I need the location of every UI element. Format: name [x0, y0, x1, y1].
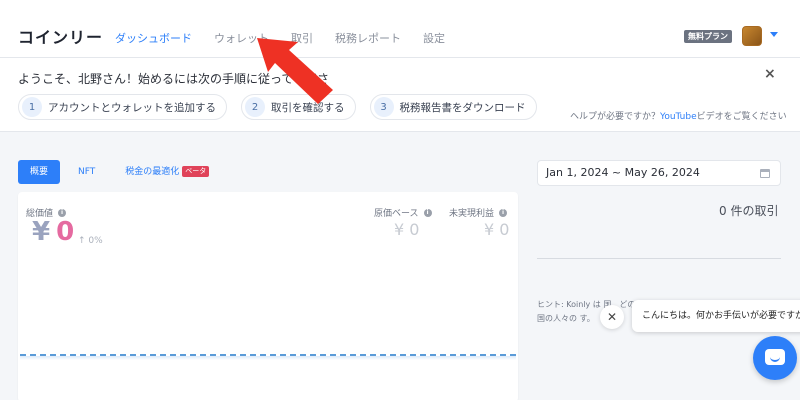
chat-message[interactable]: こんにちは。何かお手伝いが必要ですか?: [632, 300, 800, 332]
youtube-link[interactable]: YouTube: [660, 112, 697, 122]
label-text: 未実現利益: [449, 209, 495, 219]
unrealized-gains-label: 未実現利益 i: [449, 206, 508, 219]
label-text: 原価ベース: [374, 209, 419, 219]
cost-basis-value: ¥ 0: [394, 220, 420, 239]
arrow-up-icon: ↑: [78, 236, 86, 246]
brand-logo[interactable]: コインリー: [18, 24, 103, 48]
calendar-icon: [760, 169, 770, 178]
chevron-down-icon[interactable]: [770, 32, 778, 37]
main-nav: ダッシュボード ウォレット 取引 税務レポート 設定: [115, 30, 445, 46]
info-icon[interactable]: i: [423, 208, 432, 217]
help-text: ヘルプが必要ですか？YouTubeビデオをご覧ください: [570, 109, 787, 122]
date-range-text: Jan 1, 2024 ~ May 26, 2024: [546, 166, 700, 179]
nav-settings[interactable]: 設定: [423, 30, 445, 46]
unrealized-gains-value: ¥ 0: [484, 220, 510, 239]
step-number: 2: [245, 97, 265, 117]
onboarding-banner: ようこそ、北野さん！始めるには次の手順に従ってくださ × 1 アカウントとウォレ…: [0, 58, 800, 132]
step-review-transactions-button[interactable]: 2 取引を確認する: [241, 94, 356, 120]
total-value: ¥0: [32, 217, 74, 247]
step-label: 税務報告書をダウンロード: [399, 101, 526, 114]
step-number: 3: [373, 97, 394, 117]
close-icon[interactable]: ×: [764, 66, 776, 82]
dashboard-tabs: 概要 NFT 税金の最適化 ベータ: [18, 160, 221, 184]
help-prefix: ヘルプが必要ですか？: [570, 112, 661, 122]
change-percent: 0%: [88, 236, 103, 246]
tab-tax-optimization[interactable]: 税金の最適化 ベータ: [113, 160, 221, 184]
step-download-report-button[interactable]: 3 税務報告書をダウンロード: [369, 94, 537, 120]
info-icon[interactable]: i: [499, 208, 508, 217]
step-number: 1: [22, 97, 42, 117]
top-bar: コインリー ダッシュボード ウォレット 取引 税務レポート 設定 無料プラン: [0, 0, 800, 58]
chat-launcher-button[interactable]: [753, 336, 797, 380]
nav-dashboard[interactable]: ダッシュボード: [115, 30, 192, 46]
beta-badge: ベータ: [182, 166, 210, 177]
nav-transactions[interactable]: 取引: [291, 30, 313, 46]
onboarding-steps: 1 アカウントとウォレットを追加する 2 取引を確認する 3 税務報告書をダウン…: [18, 94, 537, 120]
date-range-picker[interactable]: Jan 1, 2024 ~ May 26, 2024: [537, 160, 781, 186]
help-suffix: ビデオをご覧ください: [696, 112, 787, 122]
chart-area: [20, 356, 516, 360]
tab-overview[interactable]: 概要: [18, 160, 61, 184]
nav-wallets[interactable]: ウォレット: [214, 30, 269, 46]
step-add-accounts-button[interactable]: 1 アカウントとウォレットを追加する: [18, 94, 227, 120]
step-label: 取引を確認する: [271, 101, 345, 114]
plan-badge[interactable]: 無料プラン: [684, 30, 732, 43]
nav-tax-reports[interactable]: 税務レポート: [335, 30, 401, 46]
cost-basis-label: 原価ベース i: [374, 206, 432, 219]
tab-nft[interactable]: NFT: [66, 160, 107, 184]
step-label: アカウントとウォレットを追加する: [48, 101, 216, 114]
transaction-count: 0 件の取引: [719, 204, 779, 218]
chart-line: [20, 354, 516, 356]
avatar[interactable]: [742, 26, 762, 46]
chat-close-icon[interactable]: ✕: [600, 305, 624, 329]
info-icon[interactable]: i: [58, 208, 67, 217]
total-change: ↑ 0%: [78, 236, 103, 246]
chat-icon: [765, 349, 785, 365]
divider: [537, 258, 781, 259]
welcome-message: ようこそ、北野さん！始めるには次の手順に従ってくださ: [18, 72, 330, 86]
tab-label: 税金の最適化: [125, 167, 180, 177]
currency-symbol: ¥: [32, 217, 51, 247]
total-amount: 0: [56, 217, 75, 247]
portfolio-card: 総価値 i ¥0 ↑ 0% 原価ベース i 未実現利益 i ¥ 0 ¥ 0: [18, 192, 518, 400]
